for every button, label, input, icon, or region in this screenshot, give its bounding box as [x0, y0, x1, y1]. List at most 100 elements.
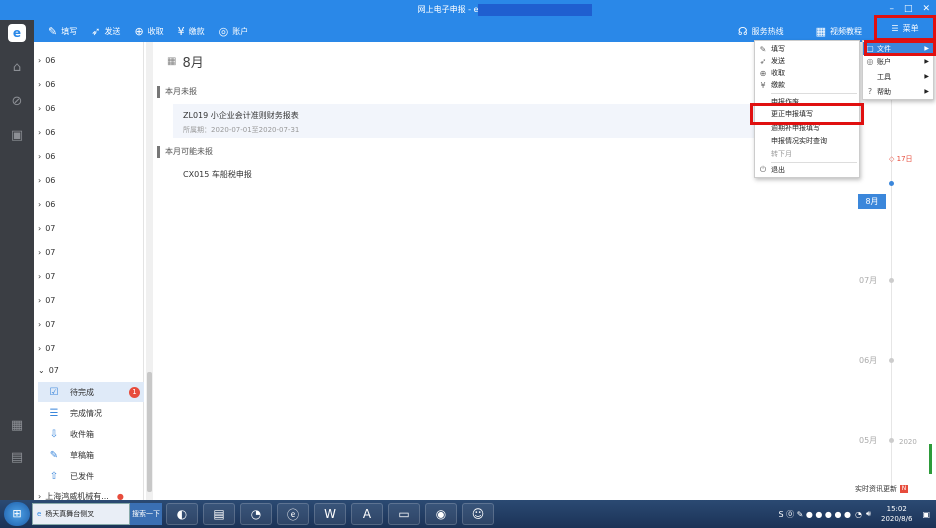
timeline-marker: ◇ 17日: [889, 155, 913, 163]
menu-item-query[interactable]: 申报情况实时查询: [755, 135, 859, 147]
tree-row[interactable]: › 06: [38, 76, 55, 92]
toolbar-fill-button[interactable]: ✎ 填写: [48, 25, 77, 38]
tree-row[interactable]: › 07: [38, 268, 55, 284]
tree-row[interactable]: › 07: [38, 244, 55, 260]
toolbar: ✎ 填写 ➶ 发送 ⊕ 收取 ¥ 缴款 ◎ 账户 ☊ 服务热线 ▦ 视频教程 ☰ 菜单: [34, 15, 936, 42]
send-icon: ➶: [759, 56, 767, 66]
tree-row[interactable]: › 07: [38, 316, 55, 332]
toolbar-pay-button[interactable]: ¥ 缴款: [178, 25, 205, 38]
toolbar-receive-button[interactable]: ⊕ 收取: [134, 25, 163, 38]
title-redaction: [478, 4, 592, 16]
tree-row[interactable]: › 06: [38, 196, 55, 212]
toolbar-send-button[interactable]: ➶ 发送: [91, 25, 120, 38]
timeline-month-label[interactable]: 05月: [859, 435, 877, 446]
grid-icon[interactable]: ▦: [9, 418, 25, 434]
browser-icon: e: [37, 510, 42, 518]
report-icon[interactable]: ▣: [9, 128, 25, 144]
menu-item-receive[interactable]: ⊕ 收取: [755, 67, 859, 79]
maximize-button[interactable]: □: [904, 4, 913, 14]
sub-item-drafts[interactable]: ✎ 草稿箱: [38, 445, 144, 465]
tree-row-expanded[interactable]: ⌄ 07: [38, 362, 59, 378]
chevron-right-icon: ›: [38, 151, 42, 161]
notify-icon[interactable]: ▤: [9, 450, 25, 466]
toolbar-account-button[interactable]: ◎ 账户: [219, 25, 249, 38]
timeline: ◇ 17日 8月 07月 06月 05月 2020 实时资讯更新 N: [855, 42, 936, 500]
bank-icon[interactable]: ⌂: [9, 60, 25, 76]
menu-item-next-month[interactable]: 转下月: [755, 148, 859, 160]
timeline-dot: [889, 438, 894, 443]
tree-row[interactable]: › 07: [38, 292, 55, 308]
tree-row[interactable]: › 07: [38, 340, 55, 356]
menu-account[interactable]: ◎ 账户 ▶: [863, 55, 933, 68]
download-icon: ⊕: [759, 68, 767, 78]
chevron-right-icon: ›: [38, 199, 42, 209]
etax-icon[interactable]: ◔: [240, 503, 272, 525]
close-button[interactable]: ✕: [922, 4, 930, 14]
sub-item-pending[interactable]: ☑ 待完成 1: [38, 382, 144, 402]
volume-icon[interactable]: 🔊︎: [866, 509, 871, 519]
arrow-right-icon: ▶: [924, 88, 929, 95]
notification-icon[interactable]: ▣: [922, 510, 930, 519]
app-icon[interactable]: ◐: [166, 503, 198, 525]
chevron-right-icon: ›: [38, 343, 42, 353]
pdf-icon[interactable]: A: [351, 503, 383, 525]
timeline-scroll-indicator[interactable]: [929, 444, 932, 474]
main-menu-button[interactable]: ☰ 菜单: [874, 15, 936, 41]
outbox-icon: ⇧: [49, 470, 59, 482]
word-icon[interactable]: W: [314, 503, 346, 525]
download-icon: ⊕: [134, 24, 144, 38]
list-icon: ☰: [49, 407, 59, 419]
film-icon: ▦: [815, 24, 826, 38]
news-badge: N: [900, 485, 908, 493]
menu-item-send[interactable]: ➶ 发送: [755, 55, 859, 67]
clock[interactable]: 15:02 2020/8/6: [881, 504, 912, 524]
minimize-button[interactable]: –: [889, 4, 894, 14]
menu-item-fill[interactable]: ✎ 填写: [755, 43, 859, 55]
forbidden-icon[interactable]: ⊘: [9, 94, 25, 110]
folder-icon[interactable]: ▭: [388, 503, 420, 525]
wechat-icon[interactable]: ☺: [462, 503, 494, 525]
arrow-right-icon: ▶: [924, 58, 929, 65]
scrollbar-thumb[interactable]: [147, 372, 152, 492]
menu-tools[interactable]: 工具 ▶: [863, 70, 933, 83]
timeline-year: 2020: [899, 438, 917, 446]
timeline-month-label[interactable]: 06月: [859, 355, 877, 366]
tray-icons[interactable]: S ⓪ ✎ ● ● ● ● ●: [778, 509, 850, 520]
ie-icon[interactable]: ⓔ: [277, 503, 309, 525]
menu-help[interactable]: ? 帮助 ▶: [863, 85, 933, 98]
timeline-line: [891, 62, 892, 492]
chevron-right-icon: ›: [38, 295, 42, 305]
video-tutorial-button[interactable]: ▦ 视频教程: [816, 25, 862, 38]
news-update-button[interactable]: 实时资讯更新 N: [855, 483, 925, 495]
tree-row[interactable]: › 06: [38, 100, 55, 116]
account-icon: ◎: [866, 57, 874, 66]
printer-icon[interactable]: ▤: [203, 503, 235, 525]
tree-scrollbar[interactable]: [146, 42, 153, 500]
search-button[interactable]: 搜索一下: [130, 503, 162, 525]
start-button[interactable]: ⊞: [4, 502, 30, 526]
menu-item-exit[interactable]: ⏻ 退出: [755, 164, 859, 176]
calendar-icon: ▦: [167, 56, 177, 67]
tree-row[interactable]: › 06: [38, 172, 55, 188]
browser-task[interactable]: e 杨天真舞台侧叉: [32, 503, 130, 525]
yen-icon: ¥: [760, 80, 766, 90]
network-icon[interactable]: ◔: [855, 510, 862, 519]
report-item[interactable]: CX015 车船税申报: [183, 169, 252, 180]
hotline-button[interactable]: ☊ 服务热线: [738, 25, 784, 38]
timeline-month-label[interactable]: 07月: [859, 275, 877, 286]
timeline-dot: [889, 358, 894, 363]
sub-item-sent[interactable]: ⇧ 已发件: [38, 466, 144, 486]
green-app-icon[interactable]: ◉: [425, 503, 457, 525]
timeline-current-month[interactable]: 8月: [858, 194, 886, 209]
icon-rail: e ⌂ ⊘ ▣ ▦ ▤: [0, 20, 34, 500]
tree-row[interactable]: › 06: [38, 148, 55, 164]
system-tray: S ⓪ ✎ ● ● ● ● ● ◔ 🔊︎ 15:02 2020/8/6 ▣: [778, 500, 936, 528]
title-bar: 网上电子申报 - eTax@SH 3 – □ ✕: [0, 0, 936, 20]
draft-icon: ✎: [49, 449, 59, 461]
sub-item-inbox[interactable]: ⇩ 收件箱: [38, 424, 144, 444]
menu-item-pay[interactable]: ¥ 缴款: [755, 79, 859, 91]
sub-item-status[interactable]: ☰ 完成情况: [38, 403, 144, 423]
tree-row[interactable]: › 06: [38, 124, 55, 140]
tree-row[interactable]: › 06: [38, 52, 55, 68]
tree-row[interactable]: › 07: [38, 220, 55, 236]
